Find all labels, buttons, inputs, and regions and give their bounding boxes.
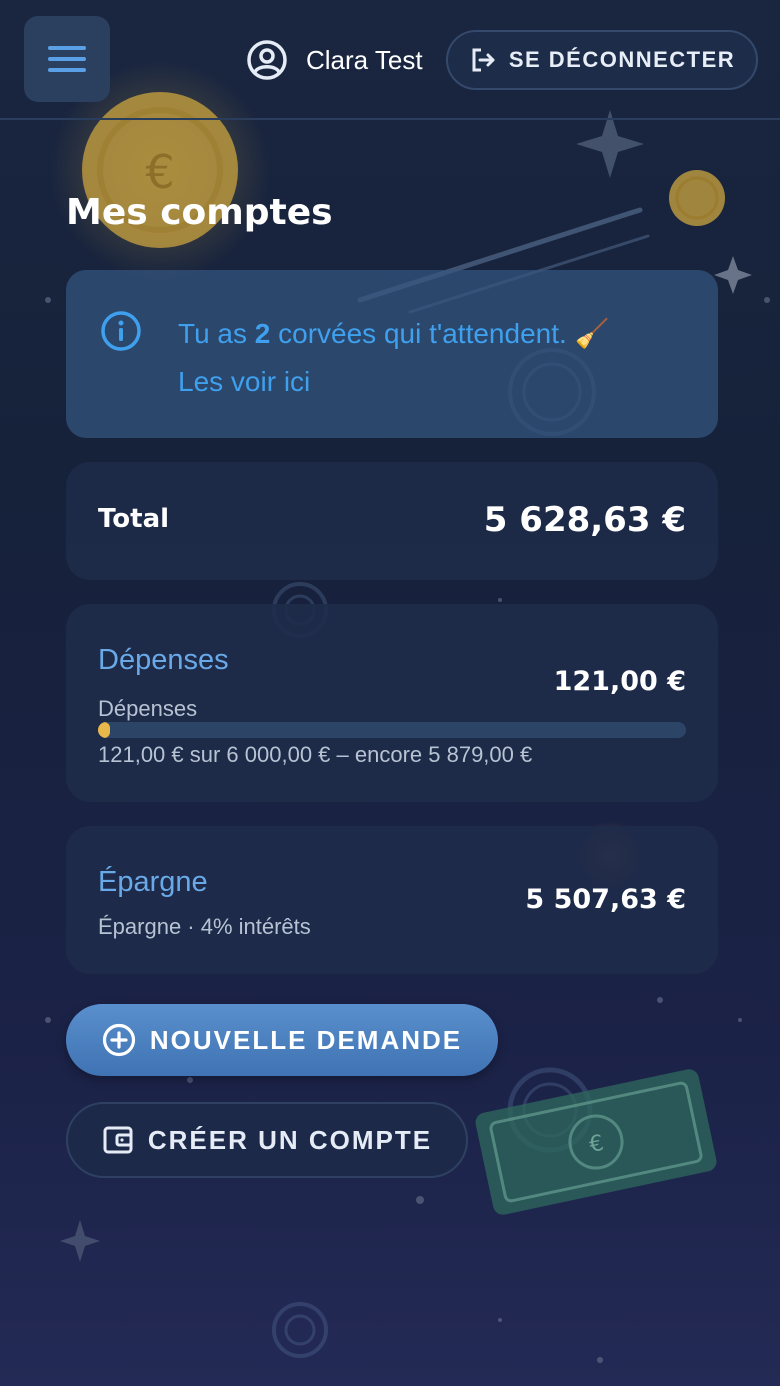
coin-decoration: [669, 170, 725, 226]
account-subtitle: Épargne · 4% intérêts: [98, 914, 311, 939]
account-name: Dépenses: [98, 644, 229, 676]
total-card: Total 5 628,63 €: [66, 462, 718, 580]
sparkle-icon: [714, 256, 752, 294]
logout-icon: [472, 48, 495, 72]
total-label: Total: [98, 504, 170, 534]
chores-link[interactable]: Les voir ici: [178, 366, 310, 397]
page-title: Mes comptes: [66, 192, 333, 233]
create-account-label: CRÉER UN COMPTE: [147, 1124, 433, 1155]
user-name: Clara Test: [306, 44, 423, 75]
account-subtitle: Dépenses: [98, 696, 198, 721]
logout-button[interactable]: SE DÉCONNECTER: [446, 30, 758, 90]
chores-count: 2: [254, 318, 271, 349]
user-circle-icon: [247, 40, 287, 80]
hamburger-icon: [48, 46, 86, 72]
top-bar: Clara Test SE DÉCONNECTER: [0, 0, 780, 120]
user-profile[interactable]: Clara Test: [246, 36, 423, 84]
total-value: 5 628,63 €: [483, 500, 686, 540]
account-card-depenses[interactable]: Dépenses 121,00 € Dépenses 121,00 € sur …: [66, 604, 718, 802]
sparkle-icon: [60, 1220, 100, 1262]
logout-label: SE DÉCONNECTER: [508, 47, 736, 72]
new-request-button[interactable]: NOUVELLE DEMANDE: [66, 1004, 498, 1076]
plus-circle-icon: [102, 1023, 135, 1057]
svg-text:€: €: [587, 1131, 606, 1158]
account-card-epargne[interactable]: Épargne 5 507,63 € Épargne · 4% intérêts: [66, 826, 718, 974]
budget-progress-fill: [98, 722, 110, 738]
menu-button[interactable]: [24, 16, 110, 102]
budget-progress-bar: [98, 722, 686, 738]
account-name: Épargne: [98, 866, 208, 898]
budget-progress-text: 121,00 € sur 6 000,00 € – encore 5 879,0…: [98, 742, 533, 767]
new-request-label: NOUVELLE DEMANDE: [149, 1024, 463, 1055]
banknote-decoration: €: [475, 1069, 717, 1215]
account-amount: 121,00 €: [553, 666, 686, 697]
chores-prefix: Tu as: [178, 318, 255, 349]
sparkle-icon: [576, 110, 644, 178]
svg-text:€: €: [145, 145, 174, 199]
account-amount: 5 507,63 €: [525, 884, 686, 915]
wallet-icon: [103, 1126, 133, 1154]
info-icon: [101, 311, 141, 351]
chores-message: Tu as 2 corvées qui t'attendent. 🧹 Les v…: [178, 310, 698, 406]
chores-suffix: corvées qui t'attendent. 🧹: [270, 318, 610, 349]
create-account-button[interactable]: CRÉER UN COMPTE: [66, 1102, 468, 1178]
chores-info-banner: Tu as 2 corvées qui t'attendent. 🧹 Les v…: [66, 270, 718, 438]
